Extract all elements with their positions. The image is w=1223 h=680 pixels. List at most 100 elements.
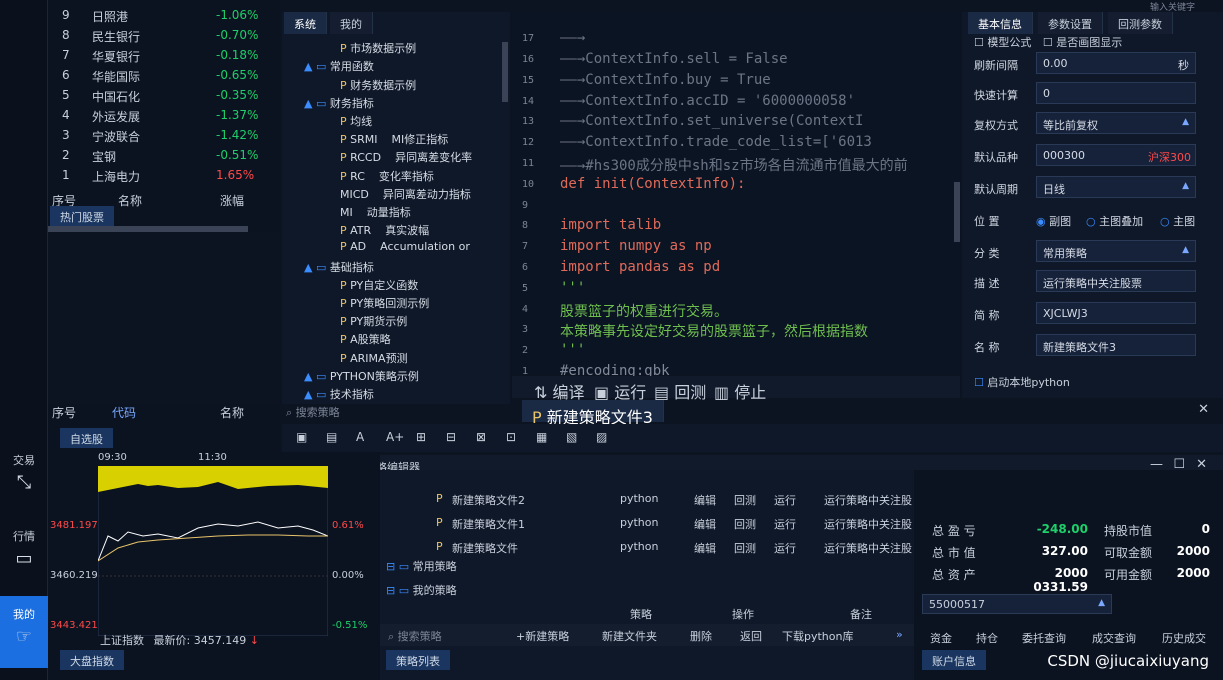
watch-scrollbar[interactable] [48, 226, 248, 232]
run-link[interactable]: 运行 [774, 492, 796, 508]
group-mine[interactable]: ⊟ ▭ 我的策略 [386, 582, 457, 598]
code-line[interactable]: 5 ''' [512, 279, 960, 300]
b1-icon[interactable]: ⊞ [416, 430, 426, 444]
index-chart[interactable]: 09:30 11:30 3481.197 3460.219 0.61% 0.00… [48, 452, 380, 680]
self-select-tab[interactable]: 自选股 [60, 428, 113, 448]
tab-holdings[interactable]: 持仓 [976, 630, 998, 646]
tab-system[interactable]: 系统 [284, 12, 327, 34]
account-select[interactable]: 55000517 ▲ [922, 594, 1112, 614]
return-button[interactable]: 返回 [740, 628, 762, 644]
prop-input[interactable]: 0.00 秒 [1036, 52, 1196, 74]
backtest-link[interactable]: 回测 [734, 516, 756, 532]
backtest-link[interactable]: 回测 [734, 540, 756, 556]
download-python-button[interactable]: 下载python库 [782, 628, 853, 644]
more-icon[interactable]: » [896, 628, 903, 641]
new-folder-button[interactable]: 新建文件夹 [602, 628, 657, 644]
list-item[interactable]: 7 华夏银行 -0.18% [48, 46, 280, 66]
prop-input[interactable]: 新建策略文件3 [1036, 334, 1196, 356]
edit-link[interactable]: 编辑 [694, 492, 716, 508]
code-line[interactable]: 8 import talib [512, 216, 960, 237]
new-strategy-button[interactable]: +新建策略 [516, 628, 569, 644]
code-line[interactable]: 3 本策略事先设定好交易的股票篮子，然后根据指数 [512, 320, 960, 341]
save-icon[interactable]: ▣ [296, 430, 307, 444]
prop-input[interactable]: 等比前复权 ▲ [1036, 112, 1196, 134]
tab-backtest-params[interactable]: 回测参数 [1108, 12, 1173, 34]
table-row[interactable]: P 新建策略文件2 python 编辑 回测 运行 运行策略中关注股票 [380, 488, 914, 510]
prop-input[interactable]: 日线 ▲ [1036, 176, 1196, 198]
prop-input[interactable]: 常用策略 ▲ [1036, 240, 1196, 262]
code-line[interactable]: 13 ——→ContextInfo.set_universe(ContextI [512, 112, 960, 133]
font-a-icon[interactable]: A [356, 430, 364, 444]
list-item[interactable]: 1 上海电力 1.65% [48, 166, 280, 186]
code-line[interactable]: 10 def init(ContextInfo): [512, 175, 960, 196]
tab-history[interactable]: 历史成交 [1162, 630, 1206, 646]
code-line[interactable]: 2 ''' [512, 341, 960, 362]
tree-scrollbar[interactable] [502, 42, 508, 102]
tree-item[interactable]: ▲ ▭ 财务指标 [304, 95, 374, 111]
code-line[interactable]: 11 ——→#hs300成分股中sh和sz市场各自流通市值最大的前 [512, 154, 960, 175]
tree-item[interactable]: P ARIMA预测 [340, 350, 408, 366]
iconbar-mine[interactable]: 我的 ☞ [0, 596, 48, 668]
python-check[interactable]: ☐ 启动本地python [974, 374, 1070, 390]
strategy-list-tab[interactable]: 策略列表 [386, 650, 450, 670]
tree-item[interactable]: ▲ ▭ PYTHON策略示例 [304, 368, 419, 384]
b6-icon[interactable]: ▧ [566, 430, 577, 444]
account-info-tab[interactable]: 账户信息 [922, 650, 986, 670]
tree-item[interactable]: P 财务数据示例 [340, 77, 416, 93]
close-icon[interactable]: ✕ [1198, 402, 1209, 417]
b4-icon[interactable]: ⊡ [506, 430, 516, 444]
tab-orders[interactable]: 委托查询 [1022, 630, 1066, 646]
iconbar-quote[interactable]: 行情 ▭ [0, 528, 48, 580]
tab-funds[interactable]: 资金 [930, 630, 952, 646]
run-link[interactable]: 运行 [774, 516, 796, 532]
b2-icon[interactable]: ⊟ [446, 430, 456, 444]
tree-item[interactable]: P AD Accumulation or [340, 240, 470, 253]
search-hint[interactable]: 输入关键字 [1150, 0, 1223, 12]
tree-item[interactable]: P RC 变化率指标 [340, 168, 434, 184]
code-scrollbar[interactable] [954, 182, 960, 242]
iconbar-trade[interactable]: 交易 ⤡ [0, 452, 48, 508]
list-item[interactable]: 6 华能国际 -0.65% [48, 66, 280, 86]
backtest-link[interactable]: 回测 [734, 492, 756, 508]
tree-item[interactable]: P 均线 [340, 113, 372, 129]
list-item[interactable]: 9 日照港 -1.06% [48, 6, 280, 26]
tree-item[interactable]: P PY策略回测示例 [340, 295, 429, 311]
group-common[interactable]: ⊟ ▭ 常用策略 [386, 558, 457, 574]
code-line[interactable]: 4 股票篮子的权重进行交易。 [512, 300, 960, 321]
list-item[interactable]: 2 宝钢 -0.51% [48, 146, 280, 166]
b5-icon[interactable]: ▦ [536, 430, 547, 444]
tree-item[interactable]: ▲ ▭ 技术指标 [304, 386, 374, 402]
tree-item[interactable]: P 市场数据示例 [340, 40, 416, 56]
code-line[interactable]: 16 ——→ContextInfo.sell = False [512, 50, 960, 71]
code-line[interactable]: 9 [512, 196, 960, 217]
tree-item[interactable]: ▲ ▭ 常用函数 [304, 58, 374, 74]
list-item[interactable]: 4 外运发展 -1.37% [48, 106, 280, 126]
list-item[interactable]: 8 民生银行 -0.70% [48, 26, 280, 46]
tree-item[interactable]: ▲ ▭ 基础指标 [304, 259, 374, 275]
tree-item[interactable]: P SRMI MI修正指标 [340, 131, 448, 147]
list-item[interactable]: 3 宁波联合 -1.42% [48, 126, 280, 146]
b7-icon[interactable]: ▨ [596, 430, 607, 444]
tree-item[interactable]: P PY期货示例 [340, 313, 407, 329]
position-opt-main[interactable]: ○ 主图 [1160, 213, 1195, 229]
b3-icon[interactable]: ⊠ [476, 430, 486, 444]
font-a-plus-icon[interactable]: A+ [386, 430, 404, 444]
stop-button[interactable]: ▥ 停止 [706, 376, 774, 402]
code-line[interactable]: 15 ——→ContextInfo.buy = True [512, 71, 960, 92]
prop-input[interactable]: XJCLWJ3 [1036, 302, 1196, 324]
strat-search[interactable]: ⌕ 搜索策略 [388, 628, 442, 644]
edit-link[interactable]: 编辑 [694, 516, 716, 532]
tree-item[interactable]: MI 动量指标 [340, 204, 411, 220]
backtest-button[interactable]: ▤ 回测 [646, 376, 714, 402]
tree-item[interactable]: P RCCD 异同离差变化率 [340, 149, 472, 165]
run-link[interactable]: 运行 [774, 540, 796, 556]
tree-item[interactable]: P ATR 真实波幅 [340, 222, 429, 238]
list-item[interactable]: 5 中国石化 -0.35% [48, 86, 280, 106]
prop-input[interactable]: 0 [1036, 82, 1196, 104]
run-button[interactable]: ▣ 运行 [586, 376, 654, 402]
edit-link[interactable]: 编辑 [694, 540, 716, 556]
tree-item[interactable]: P A股策略 [340, 331, 391, 347]
market-index-tab[interactable]: 大盘指数 [60, 650, 124, 670]
tree-item[interactable]: MICD 异同离差动力指标 [340, 186, 471, 202]
tab-params[interactable]: 参数设置 [1038, 12, 1103, 34]
